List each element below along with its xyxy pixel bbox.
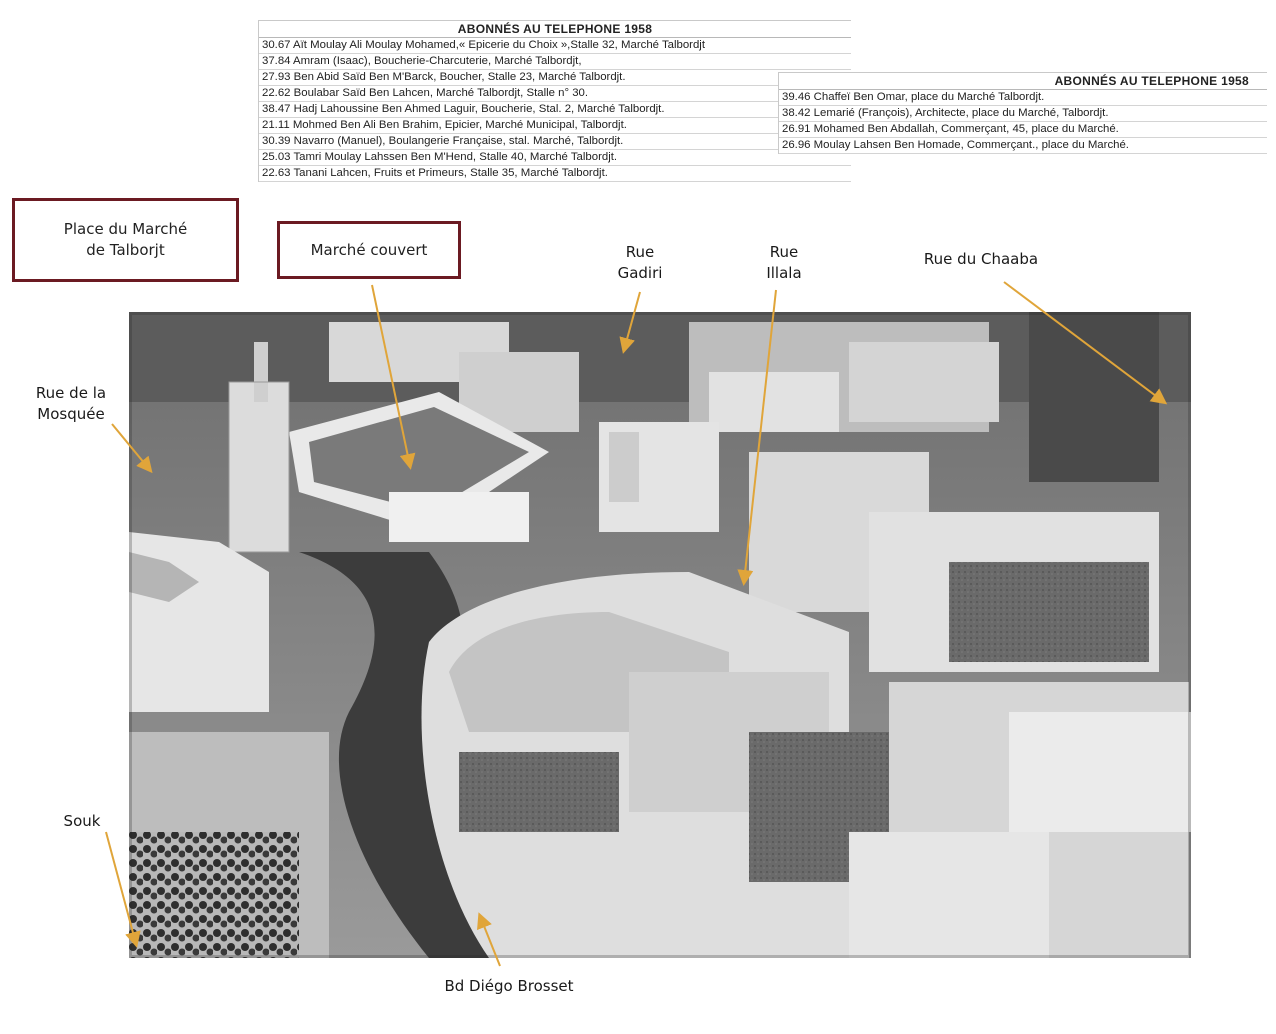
marche-couvert-label: Marché couvert: [310, 240, 428, 259]
rue-de-la-mosquee-label: Rue de la Mosquée: [20, 383, 122, 425]
rue-mosquee-line1: Rue de la: [35, 384, 107, 402]
rue-gadiri-line2: Gadiri: [617, 264, 663, 282]
directory-row: 38.47 Hadj Lahoussine Ben Ahmed Laguir, …: [259, 102, 851, 118]
souk-label: Souk: [63, 812, 101, 830]
directory-row: 27.93 Ben Abid Saïd Ben M'Barck, Boucher…: [259, 70, 851, 86]
directory-row: 26.96 Moulay Lahsen Ben Homade, Commerça…: [779, 138, 1267, 154]
directory-row: 26.91 Mohamed Ben Abdallah, Commerçant, …: [779, 122, 1267, 138]
directory-row: 22.63 Tanani Lahcen, Fruits et Primeurs,…: [259, 166, 851, 182]
place-label-line2: de Talborjt: [86, 241, 165, 259]
place-du-marche-box: Place du Marché de Talborjt: [12, 198, 239, 282]
place-label-line1: Place du Marché: [63, 220, 188, 238]
rue-illala-label: Rue Illala: [748, 242, 820, 284]
directory-row: 38.42 Lemarié (François), Architecte, pl…: [779, 106, 1267, 122]
rue-du-chaaba-label: Rue du Chaaba: [923, 250, 1039, 268]
directory-row: 21.11 Mohmed Ben Ali Ben Brahim, Epicier…: [259, 118, 851, 134]
rue-illala-line1: Rue: [769, 243, 799, 261]
directory-row: 30.67 Aït Moulay Ali Moulay Mohamed,« Ep…: [259, 38, 851, 54]
phone-directory-right: ABONNÉS AU TELEPHONE 1958 39.46 Chaffeï …: [778, 72, 1267, 154]
directory-title: ABONNÉS AU TELEPHONE 1958: [259, 21, 851, 38]
directory-row: 30.39 Navarro (Manuel), Boulangerie Fran…: [259, 134, 851, 150]
directory-row: 39.46 Chaffeï Ben Omar, place du Marché …: [779, 90, 1267, 106]
marche-couvert-box: Marché couvert: [277, 221, 461, 279]
directory-title: ABONNÉS AU TELEPHONE 1958: [779, 73, 1267, 90]
rue-illala-line2: Illala: [766, 264, 802, 282]
directory-row: 25.03 Tamri Moulay Lahssen Ben M'Hend, S…: [259, 150, 851, 166]
rue-mosquee-line2: Mosquée: [37, 405, 105, 423]
directory-row: 22.62 Boulabar Saïd Ben Lahcen, Marché T…: [259, 86, 851, 102]
rue-gadiri-label: Rue Gadiri: [602, 242, 678, 284]
aerial-photo-drawing: [129, 312, 1191, 958]
rue-gadiri-line1: Rue: [625, 243, 655, 261]
bd-diego-brosset-label: Bd Diégo Brosset: [444, 977, 574, 995]
aerial-photograph: [129, 312, 1191, 958]
phone-directory-left: ABONNÉS AU TELEPHONE 1958 30.67 Aït Moul…: [258, 20, 851, 182]
directory-row: 37.84 Amram (Isaac), Boucherie-Charcuter…: [259, 54, 851, 70]
